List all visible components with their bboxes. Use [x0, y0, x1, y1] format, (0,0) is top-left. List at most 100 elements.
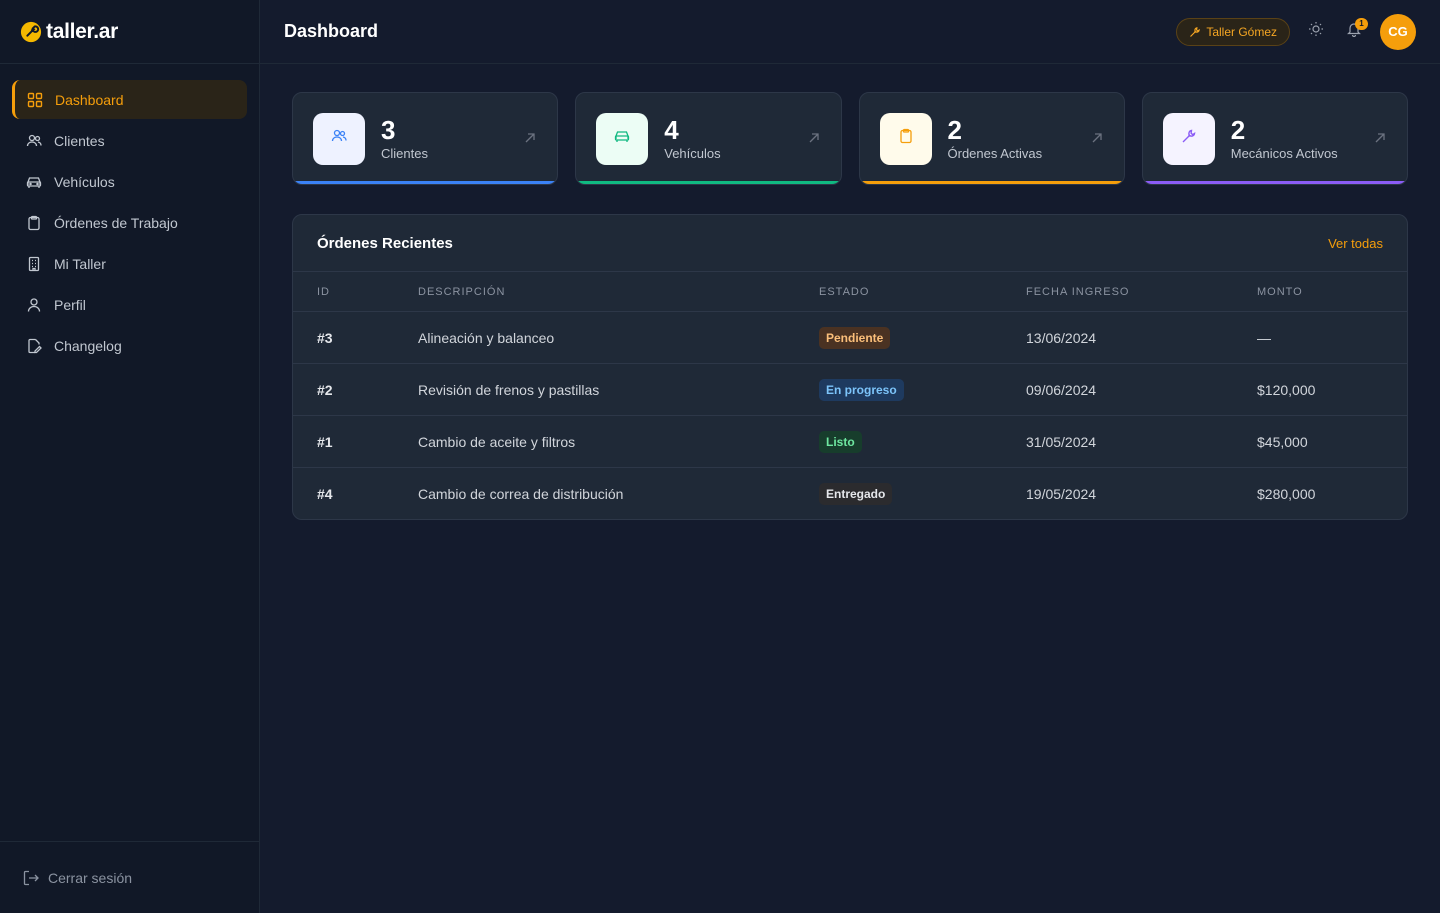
stat-value: 2	[1230, 115, 1246, 145]
arrow-up-right-icon	[1373, 131, 1387, 145]
column-header-monto: MONTO	[1257, 285, 1303, 298]
status-badge: En progreso	[819, 378, 904, 401]
stat-icon-box	[879, 112, 932, 165]
wrench-icon	[1181, 128, 1197, 149]
stat-label: Mecánicos Activos	[1230, 146, 1338, 161]
sidebar-item-label: Mi Taller	[54, 255, 106, 272]
table-row[interactable]: #2 Revisión de frenos y pastillas En pro…	[293, 364, 1407, 416]
stat-card-ordenes-activas[interactable]: 2 Órdenes Activas	[858, 92, 1125, 185]
see-all-link[interactable]: Ver todas	[1328, 236, 1383, 251]
status-badge: Entregado	[819, 483, 893, 505]
notification-badge: 1	[1355, 17, 1368, 30]
stat-icon-box	[313, 112, 365, 165]
order-id: #1	[317, 433, 333, 450]
car-icon	[614, 128, 630, 149]
grid-icon	[27, 92, 43, 108]
avatar[interactable]: CG	[1380, 13, 1416, 50]
notifications-button[interactable]: 1	[1342, 17, 1368, 44]
sidebar-item-label: Changelog	[54, 337, 122, 354]
arrow-up-right-icon	[1090, 131, 1104, 145]
wrench-logo-icon	[20, 21, 42, 43]
stat-value: 3	[381, 115, 396, 145]
order-description: Alineación y balanceo	[418, 329, 555, 346]
stat-accent-bar	[859, 181, 1124, 184]
order-id: #4	[317, 486, 333, 502]
stat-card-mecanicos-activos[interactable]: 2 Mecánicos Activos	[1141, 92, 1408, 185]
users-icon	[26, 133, 42, 149]
stat-card-vehiculos[interactable]: 4 Vehículos	[575, 92, 842, 185]
page-title: Dashboard	[284, 21, 379, 41]
order-date: 13/06/2024	[1026, 329, 1097, 346]
stat-icon-box	[1162, 112, 1215, 165]
stats-row: 3 Clientes 4 Vehículos 2 Órdenes Activas…	[292, 92, 1408, 185]
stat-label: Órdenes Activas	[947, 146, 1043, 161]
sidebar-item-changelog[interactable]: Changelog	[12, 326, 247, 365]
stat-value: 2	[947, 115, 962, 145]
sidebar-item-label: Dashboard	[55, 91, 124, 108]
recent-orders-title: Órdenes Recientes	[317, 234, 453, 252]
stat-accent-bar	[1142, 181, 1407, 184]
stat-label: Vehículos	[664, 146, 721, 161]
stat-value: 4	[664, 115, 679, 145]
order-date: 19/05/2024	[1026, 486, 1097, 502]
topbar: Dashboard Taller Gómez 1 CG	[260, 0, 1440, 64]
sidebar-item-label: Perfil	[54, 296, 86, 313]
column-header-fecha: FECHA INGRESO	[1026, 285, 1130, 298]
brand-logo[interactable]: taller.ar	[0, 0, 259, 64]
brand-name: taller.ar	[46, 19, 119, 43]
stat-accent-bar	[293, 181, 558, 184]
order-id: #2	[317, 381, 333, 398]
sidebar-nav: Dashboard Clientes Vehículos Órdenes de …	[0, 64, 259, 365]
sidebar-item-dashboard[interactable]: Dashboard	[12, 80, 247, 119]
order-amount: $120,000	[1257, 381, 1316, 398]
table-row[interactable]: #1 Cambio de aceite y filtros Listo 31/0…	[293, 416, 1407, 468]
order-id: #3	[317, 329, 333, 346]
clipboard-icon	[898, 128, 914, 149]
sun-icon	[1308, 21, 1324, 42]
order-date: 09/06/2024	[1026, 381, 1097, 398]
sidebar-item-label: Órdenes de Trabajo	[54, 214, 178, 231]
logout-button[interactable]: Cerrar sesión	[0, 841, 259, 913]
stat-accent-bar	[576, 181, 841, 184]
order-amount: $45,000	[1257, 433, 1308, 450]
column-header-estado: ESTADO	[819, 285, 870, 298]
sidebar-item-vehiculos[interactable]: Vehículos	[12, 162, 247, 201]
theme-toggle-button[interactable]	[1304, 20, 1328, 44]
order-date: 31/05/2024	[1026, 433, 1097, 450]
table-body: #3 Alineación y balanceo Pendiente 13/06…	[293, 312, 1407, 519]
wrench-icon	[1189, 26, 1201, 38]
sidebar-item-ordenes[interactable]: Órdenes de Trabajo	[12, 203, 247, 242]
stat-label: Clientes	[381, 146, 428, 161]
column-header-descripcion: DESCRIPCIÓN	[418, 285, 506, 298]
sidebar-item-label: Vehículos	[54, 173, 115, 190]
top-actions: Taller Gómez 1 CG	[1176, 13, 1416, 50]
sidebar: taller.ar Dashboard Clientes Vehículos Ó…	[0, 0, 260, 913]
column-header-id: ID	[317, 285, 330, 298]
status-badge: Pendiente	[819, 326, 891, 349]
users-icon	[331, 128, 347, 149]
stat-icon-box	[596, 112, 649, 165]
order-amount: $280,000	[1257, 486, 1316, 502]
clipboard-icon	[26, 215, 42, 231]
user-icon	[26, 297, 42, 313]
sidebar-item-clientes[interactable]: Clientes	[12, 121, 247, 160]
stat-card-clientes[interactable]: 3 Clientes	[292, 92, 559, 185]
logout-label: Cerrar sesión	[48, 869, 133, 886]
shop-selector-button[interactable]: Taller Gómez	[1176, 17, 1290, 46]
shop-name: Taller Gómez	[1206, 24, 1277, 39]
order-description: Cambio de aceite y filtros	[418, 433, 576, 450]
sidebar-item-perfil[interactable]: Perfil	[12, 285, 247, 324]
arrow-up-right-icon	[807, 131, 821, 145]
recent-orders-card: Órdenes Recientes Ver todas ID DESCRIPCI…	[292, 214, 1408, 520]
car-icon	[26, 174, 42, 190]
order-description: Revisión de frenos y pastillas	[418, 381, 600, 398]
recent-orders-header: Órdenes Recientes Ver todas	[293, 215, 1407, 272]
building-icon	[26, 256, 42, 272]
sidebar-item-mi-taller[interactable]: Mi Taller	[12, 244, 247, 283]
table-row[interactable]: #4 Cambio de correa de distribución Entr…	[293, 468, 1407, 519]
order-description: Cambio de correa de distribución	[418, 486, 624, 502]
file-edit-icon	[26, 338, 42, 354]
sidebar-item-label: Clientes	[54, 132, 105, 149]
table-row[interactable]: #3 Alineación y balanceo Pendiente 13/06…	[293, 312, 1407, 364]
logout-icon	[22, 869, 40, 887]
